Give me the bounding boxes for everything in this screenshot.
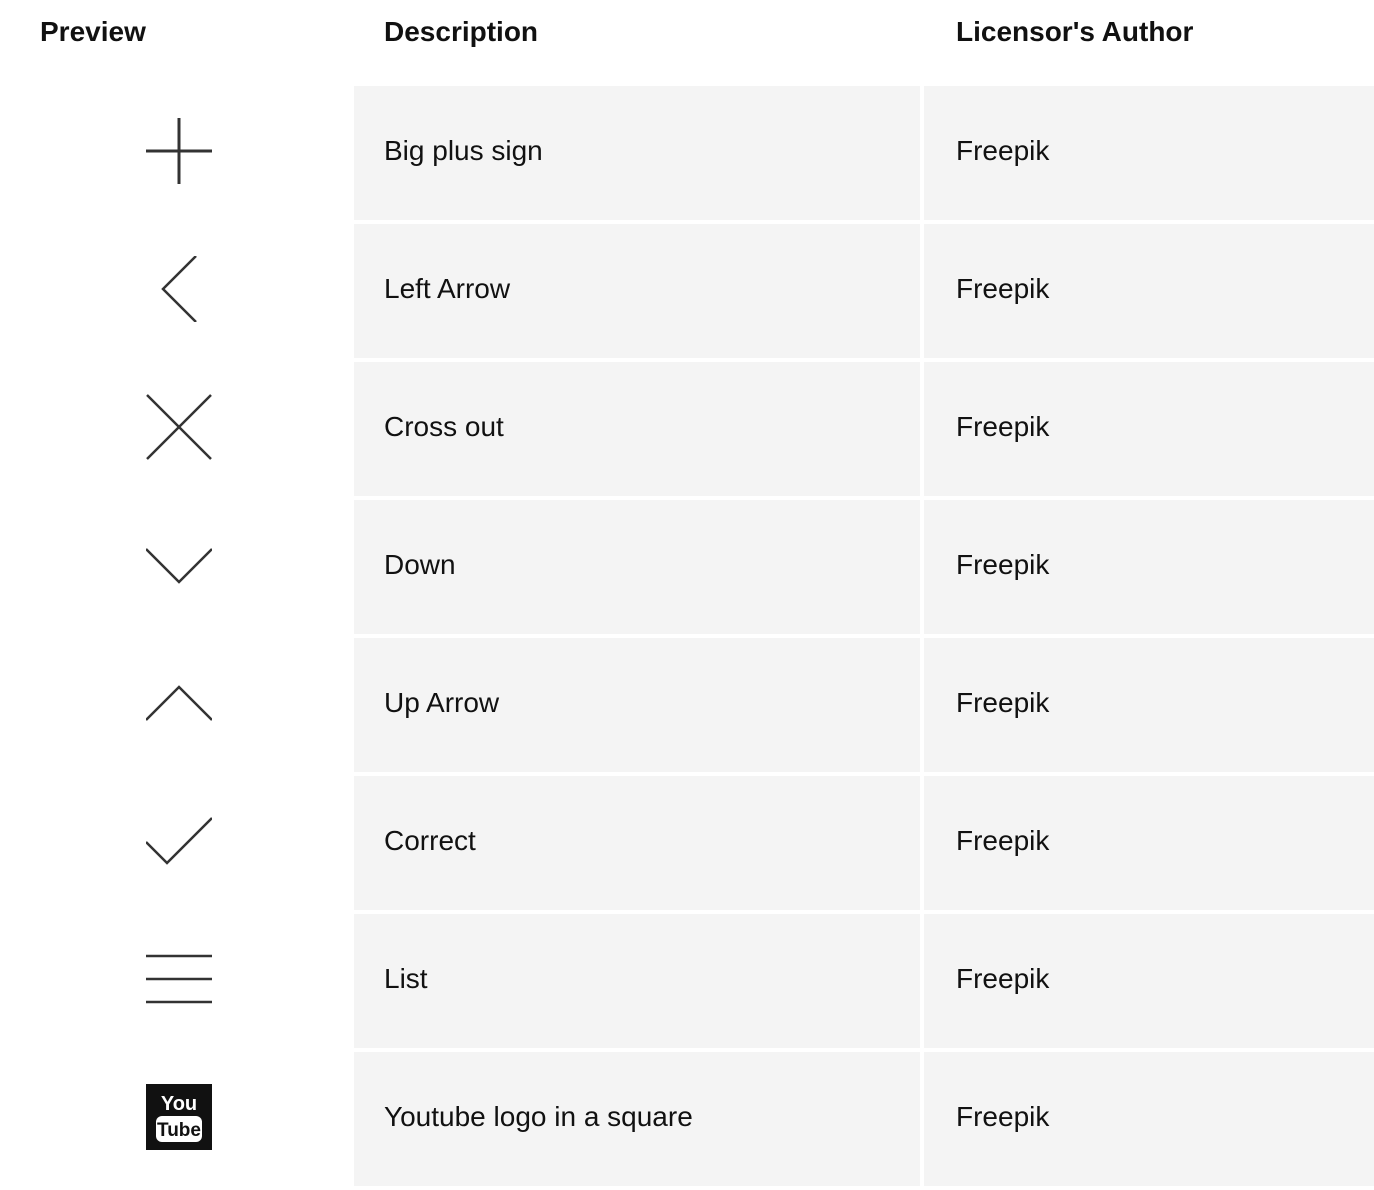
header-preview: Preview (40, 16, 146, 47)
author-text: Freepik (956, 411, 1050, 442)
preview-cell (0, 500, 354, 634)
table-row: Cross out Freepik (0, 362, 1374, 496)
description-text: Down (384, 549, 456, 580)
description-text: Cross out (384, 411, 504, 442)
chevron-left-icon (161, 256, 197, 322)
table-row: You Tube Youtube logo in a square Freepi… (0, 1052, 1374, 1186)
author-text: Freepik (956, 1101, 1050, 1132)
description-text: Correct (384, 825, 476, 856)
chevron-up-icon (146, 685, 212, 721)
header-author: Licensor's Author (956, 16, 1194, 47)
author-cell: Freepik (924, 86, 1374, 220)
table-row: Up Arrow Freepik (0, 638, 1374, 772)
description-cell: Down (354, 500, 920, 634)
author-text: Freepik (956, 549, 1050, 580)
description-cell: Youtube logo in a square (354, 1052, 920, 1186)
preview-cell (0, 86, 354, 220)
cross-icon (146, 394, 212, 460)
description-cell: Big plus sign (354, 86, 920, 220)
description-cell: Left Arrow (354, 224, 920, 358)
description-cell: Up Arrow (354, 638, 920, 772)
table-row: Down Freepik (0, 500, 1374, 634)
preview-cell (0, 914, 354, 1048)
author-cell: Freepik (924, 500, 1374, 634)
description-text: Left Arrow (384, 273, 511, 304)
preview-cell (0, 776, 354, 910)
author-text: Freepik (956, 963, 1050, 994)
plus-icon (146, 118, 212, 184)
table-row: Left Arrow Freepik (0, 224, 1374, 358)
preview-cell (0, 224, 354, 358)
description-text: Youtube logo in a square (384, 1101, 693, 1132)
header-description: Description (384, 16, 539, 47)
chevron-down-icon (146, 548, 212, 584)
table-header-row: Preview Description Licensor's Author (0, 0, 1374, 86)
description-text: Up Arrow (384, 687, 500, 718)
author-text: Freepik (956, 273, 1050, 304)
author-cell: Freepik (924, 914, 1374, 1048)
author-cell: Freepik (924, 776, 1374, 910)
table-row: List Freepik (0, 914, 1374, 1048)
youtube-square-icon: You Tube (146, 1084, 212, 1150)
author-text: Freepik (956, 825, 1050, 856)
author-cell: Freepik (924, 224, 1374, 358)
author-cell: Freepik (924, 638, 1374, 772)
preview-cell: You Tube (0, 1052, 354, 1186)
description-cell: Cross out (354, 362, 920, 496)
author-cell: Freepik (924, 1052, 1374, 1186)
list-icon (146, 954, 212, 1004)
svg-text:You: You (161, 1093, 197, 1115)
description-cell: Correct (354, 776, 920, 910)
author-cell: Freepik (924, 362, 1374, 496)
author-text: Freepik (956, 135, 1050, 166)
preview-cell (0, 638, 354, 772)
description-text: List (384, 963, 428, 994)
svg-text:Tube: Tube (157, 1120, 201, 1141)
table-row: Correct Freepik (0, 776, 1374, 910)
author-text: Freepik (956, 687, 1050, 718)
table-row: Big plus sign Freepik (0, 86, 1374, 220)
icon-table: Big plus sign Freepik Left Arrow Freepik… (0, 86, 1374, 1190)
checkmark-icon (146, 817, 212, 865)
description-text: Big plus sign (384, 135, 543, 166)
preview-cell (0, 362, 354, 496)
description-cell: List (354, 914, 920, 1048)
